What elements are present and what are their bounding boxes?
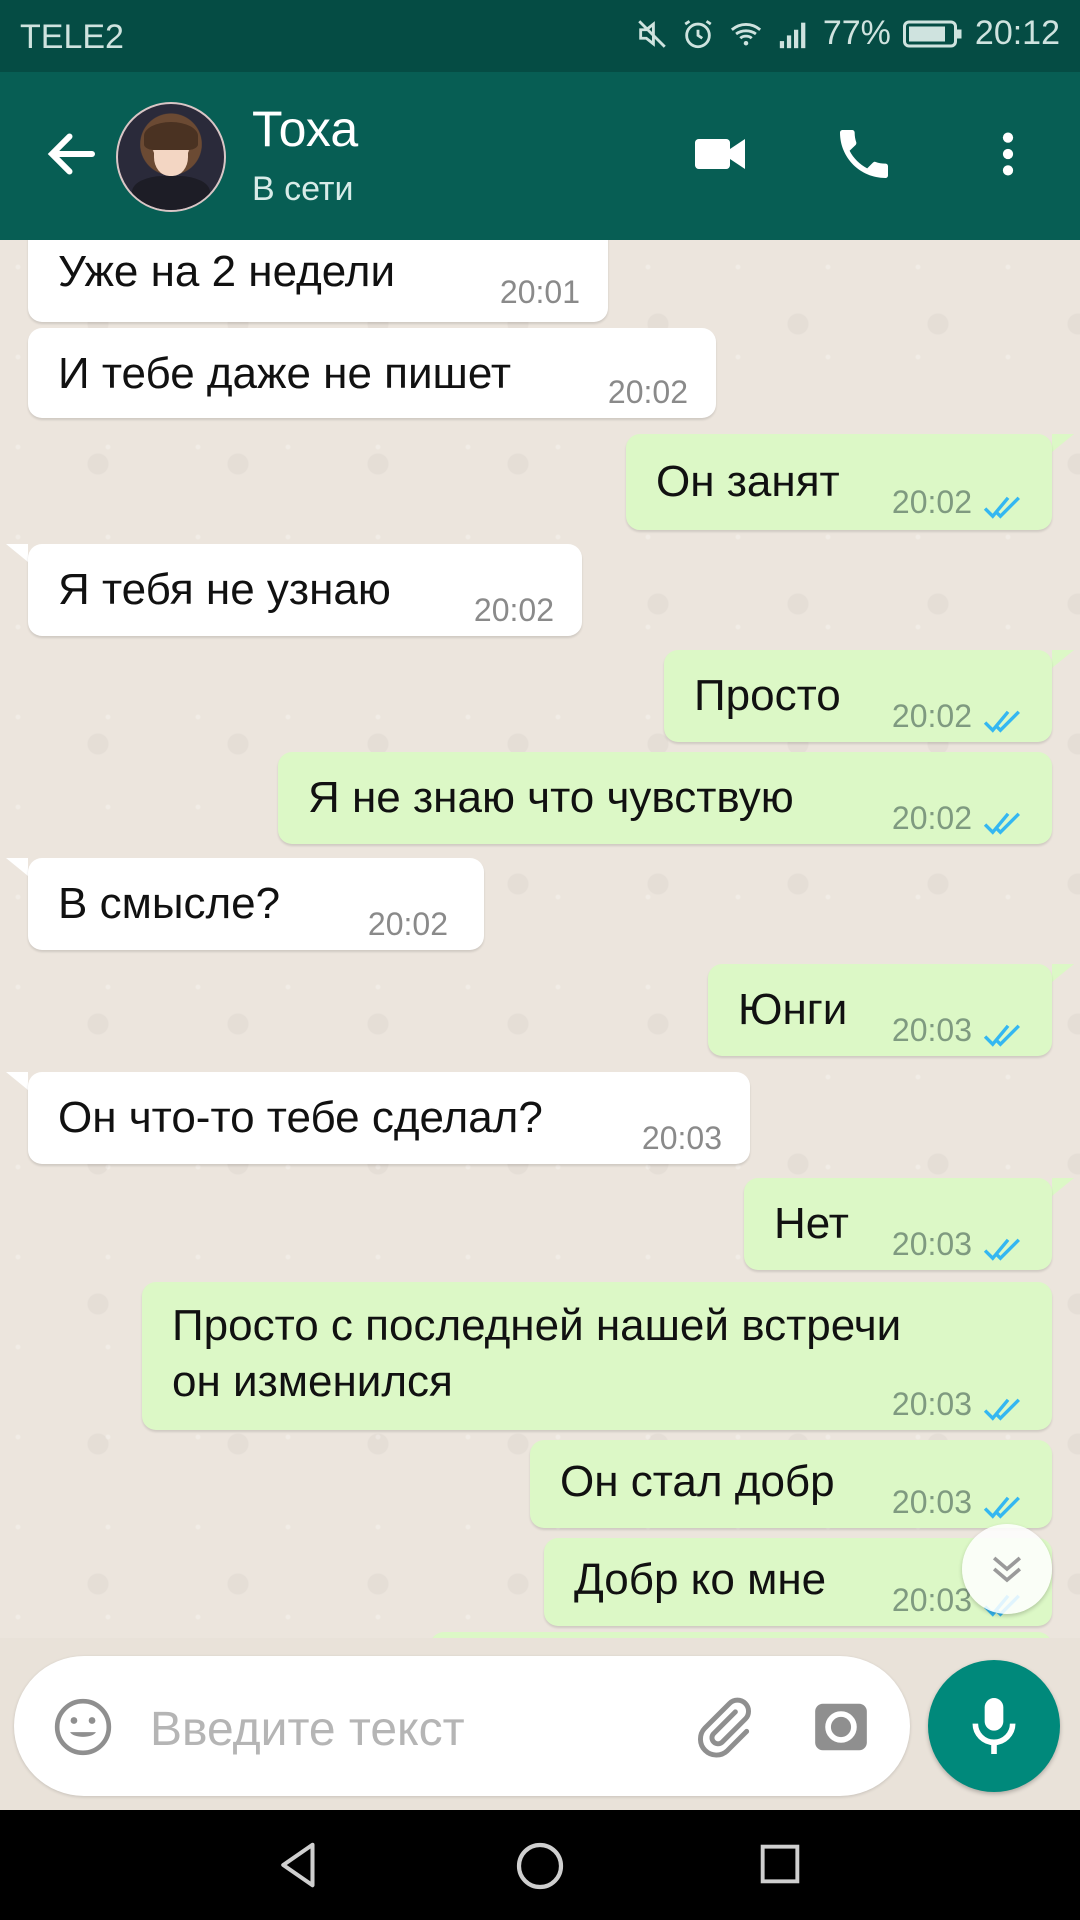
message-bubble-incoming[interactable]: В смысле? 20:02 bbox=[28, 858, 484, 950]
wifi-icon bbox=[727, 17, 765, 51]
read-ticks-icon bbox=[982, 1386, 1028, 1436]
mute-icon bbox=[635, 17, 669, 51]
message-bubble-incoming[interactable]: Я тебя не узнаю 20:02 bbox=[28, 544, 582, 636]
message-text: И тебе даже не пишет bbox=[58, 349, 512, 398]
message-time: 20:03 bbox=[891, 1582, 972, 1618]
message-bubble-incoming[interactable]: Он что-то тебе сделал? 20:03 bbox=[28, 1072, 750, 1164]
attach-icon[interactable] bbox=[690, 1694, 756, 1765]
message-time: 20:02 bbox=[891, 698, 972, 734]
back-arrow-icon[interactable] bbox=[42, 124, 102, 184]
camera-icon[interactable] bbox=[810, 1696, 872, 1763]
emoji-icon[interactable] bbox=[52, 1696, 114, 1763]
read-ticks-icon bbox=[982, 698, 1028, 748]
mic-button[interactable] bbox=[928, 1660, 1060, 1792]
message-text: Он занят bbox=[656, 457, 840, 506]
read-ticks-icon bbox=[982, 1226, 1028, 1276]
message-bubble-outgoing[interactable]: Он занят 20:02 bbox=[626, 434, 1052, 530]
read-ticks-icon bbox=[982, 1012, 1028, 1062]
message-text: Я не знаю что чувствую bbox=[308, 773, 794, 822]
scroll-to-bottom-button[interactable] bbox=[962, 1524, 1052, 1614]
message-time: 20:02 bbox=[367, 906, 448, 942]
message-text: В смысле? bbox=[58, 879, 281, 928]
double-chevron-down-icon bbox=[985, 1546, 1029, 1597]
message-text: Я тебя не узнаю bbox=[58, 565, 391, 614]
message-text: Просто с последней нашей встречи он изме… bbox=[172, 1301, 902, 1406]
read-ticks-icon bbox=[982, 800, 1028, 850]
message-composer[interactable]: Введите текст bbox=[14, 1656, 910, 1796]
nav-home-icon[interactable] bbox=[512, 1838, 568, 1899]
message-text: Он что-то тебе сделал? bbox=[58, 1093, 543, 1142]
contact-status: В сети bbox=[252, 170, 354, 208]
alarm-icon bbox=[681, 17, 715, 51]
message-bubble-outgoing[interactable]: Он стал добр 20:03 bbox=[530, 1440, 1052, 1528]
message-bubble-incoming[interactable]: Уже на 2 недели 20:01 bbox=[28, 240, 608, 322]
message-text: Он стал добр bbox=[560, 1457, 835, 1506]
message-text: Добр ко мне bbox=[574, 1555, 827, 1604]
message-time: 20:02 bbox=[607, 374, 688, 410]
nav-back-icon[interactable] bbox=[272, 1838, 326, 1897]
video-call-icon[interactable] bbox=[690, 124, 750, 189]
message-bubble-outgoing[interactable]: Юнги 20:03 bbox=[708, 964, 1052, 1056]
message-text: Уже на 2 недели bbox=[58, 247, 396, 296]
phone-icon[interactable] bbox=[832, 122, 896, 191]
message-text: Юнги bbox=[738, 985, 848, 1034]
message-time: 20:03 bbox=[891, 1484, 972, 1520]
message-bubble-outgoing[interactable]: Просто с последней нашей встречи он изме… bbox=[142, 1282, 1052, 1430]
battery-percent: 77% bbox=[822, 14, 891, 52]
nav-recents-icon[interactable] bbox=[754, 1838, 806, 1895]
mic-icon bbox=[972, 1698, 1016, 1754]
message-time: 20:02 bbox=[891, 800, 972, 836]
message-time: 20:03 bbox=[891, 1386, 972, 1422]
chat-header: Тоха В сети bbox=[0, 72, 1080, 240]
message-input[interactable]: Введите текст bbox=[150, 1702, 465, 1757]
message-bubble-outgoing[interactable]: Нет 20:03 bbox=[744, 1178, 1052, 1270]
message-time: 20:03 bbox=[891, 1226, 972, 1262]
battery-icon bbox=[902, 19, 963, 49]
message-text: Просто bbox=[694, 671, 841, 720]
message-time: 20:02 bbox=[473, 592, 554, 628]
message-time: 20:01 bbox=[499, 274, 580, 310]
message-time: 20:02 bbox=[891, 484, 972, 520]
clock: 20:12 bbox=[974, 14, 1060, 52]
message-list[interactable]: Уже на 2 недели 20:01 И тебе даже не пиш… bbox=[0, 240, 1080, 1638]
contact-name[interactable]: Тоха bbox=[252, 100, 358, 158]
message-bubble-outgoing[interactable]: Я не знаю что чувствую 20:02 bbox=[278, 752, 1052, 844]
status-icons: 77% 20:12 bbox=[635, 14, 1060, 53]
message-bubble-outgoing[interactable] bbox=[430, 1632, 1052, 1638]
message-bubble-outgoing[interactable]: Просто 20:02 bbox=[664, 650, 1052, 742]
message-bubble-incoming[interactable]: И тебе даже не пишет 20:02 bbox=[28, 328, 716, 418]
more-vert-icon[interactable] bbox=[980, 124, 1036, 189]
system-nav-bar bbox=[0, 1810, 1080, 1920]
message-text: Нет bbox=[774, 1199, 849, 1248]
status-bar: TELE2 77% 20:12 bbox=[0, 0, 1080, 72]
signal-icon bbox=[777, 17, 811, 51]
message-time: 20:03 bbox=[891, 1012, 972, 1048]
avatar[interactable] bbox=[116, 102, 226, 212]
carrier-label: TELE2 bbox=[20, 18, 124, 56]
read-ticks-icon bbox=[982, 484, 1028, 534]
message-time: 20:03 bbox=[641, 1120, 722, 1156]
